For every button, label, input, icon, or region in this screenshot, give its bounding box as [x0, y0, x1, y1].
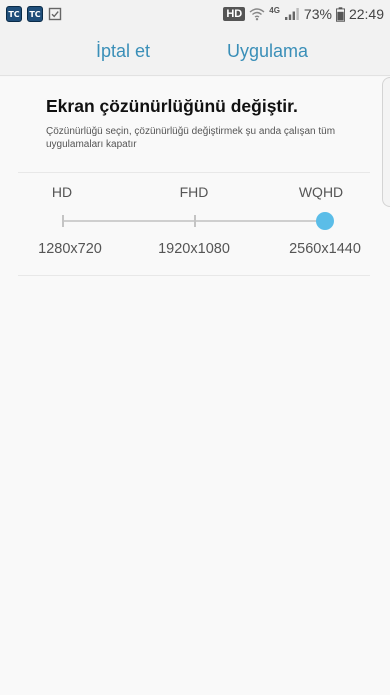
- level-label-fhd: FHD: [179, 184, 209, 200]
- battery-icon: [335, 6, 345, 22]
- resolution-label-fhd: 1920x1080: [158, 241, 230, 257]
- signal-icon: [284, 8, 299, 20]
- level-label-wqhd: WQHD: [298, 184, 344, 200]
- wifi-icon: [249, 8, 265, 21]
- apply-button[interactable]: Uygulama: [227, 41, 308, 62]
- slider-tick-fhd[interactable]: [194, 215, 196, 227]
- hd-voice-badge: HD: [223, 7, 246, 21]
- scroll-edge-indicator: [382, 77, 390, 207]
- tc-app-icon-secondary: TC: [27, 6, 43, 22]
- resolution-slider-card: HD FHD WQHD 1280x720 1920x1080 2560x1440: [18, 172, 370, 276]
- page-title: Ekran çözünürlüğünü değiştir.: [46, 96, 298, 116]
- level-label-hd: HD: [51, 184, 73, 200]
- checklist-icon: [48, 7, 62, 21]
- tc-app-icon: TC: [6, 6, 22, 22]
- status-bar-left: TC TC: [6, 6, 62, 22]
- battery-percent: 73%: [303, 6, 332, 22]
- status-bar: TC TC HD 4G 73% 22:49: [0, 0, 390, 28]
- action-header: İptal et Uygulama: [0, 28, 390, 76]
- status-bar-right: HD 4G 73% 22:49: [223, 6, 384, 22]
- network-type-label: 4G: [269, 5, 280, 15]
- resolution-label-hd: 1280x720: [38, 241, 102, 257]
- page-description: Çözünürlüğü seçin, çözünürlüğü değiştirm…: [46, 126, 336, 150]
- cancel-button[interactable]: İptal et: [96, 41, 150, 62]
- slider-tick-hd[interactable]: [62, 215, 64, 227]
- resolution-slider-thumb[interactable]: [316, 212, 334, 230]
- clock: 22:49: [348, 6, 384, 22]
- main-content: Ekran çözünürlüğünü değiştir. Çözünürlüğ…: [0, 77, 390, 695]
- resolution-label-wqhd: 2560x1440: [289, 241, 361, 257]
